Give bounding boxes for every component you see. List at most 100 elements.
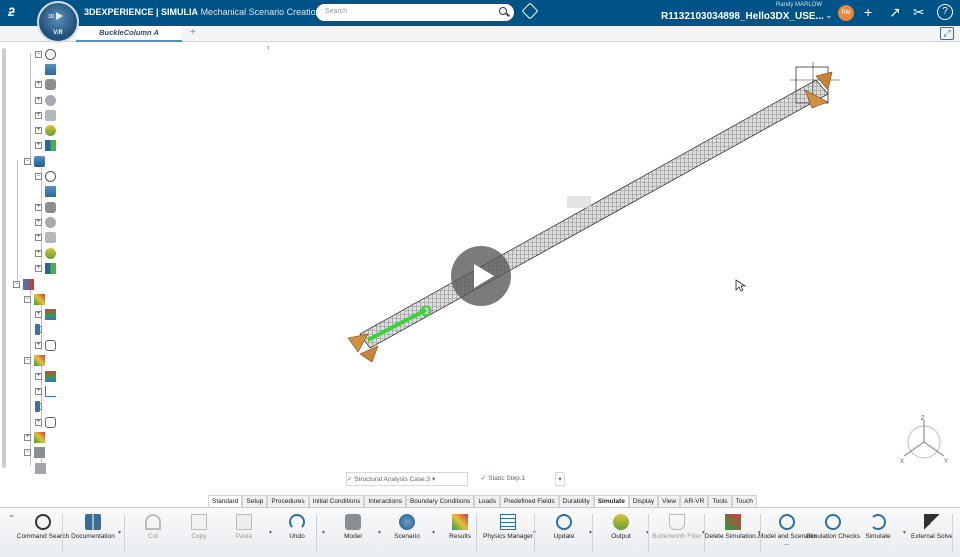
tab-durability[interactable]: Durability	[558, 495, 594, 507]
tab-loads[interactable]: Loads	[474, 495, 501, 507]
butterworth-filter-button[interactable]: Butterworth Filter▾	[652, 511, 705, 555]
search-icon[interactable]	[499, 7, 507, 15]
toolbar-separator	[760, 514, 761, 552]
collapse-toggle[interactable]: −	[24, 296, 31, 303]
delete-simulation-button[interactable]: Delete Simulation...▾	[705, 511, 761, 555]
update-button[interactable]: Update ▾	[541, 511, 592, 555]
add-icon[interactable]: +	[864, 4, 872, 20]
command-search-button[interactable]: Command Search	[17, 511, 69, 555]
tab-touch[interactable]: Touch	[731, 495, 757, 507]
tab-boundary-conditions[interactable]: Boundary Conditions	[405, 495, 475, 507]
action-label: Update	[553, 533, 575, 540]
expand-toggle[interactable]: +	[35, 127, 42, 134]
tab-predefined-fields[interactable]: Predefined Fields	[500, 495, 559, 507]
expand-toggle[interactable]: +	[35, 250, 42, 257]
tab-ar-vr[interactable]: AR-VR	[680, 495, 709, 507]
video-play-button[interactable]	[451, 246, 511, 306]
action-label: Delete Simulation...	[704, 533, 762, 540]
expand-toggle[interactable]: +	[35, 234, 42, 241]
document-title[interactable]: R1132103034898_Hello3DX_USE...	[661, 11, 824, 22]
collapse-toggle[interactable]: −	[13, 281, 20, 288]
share-icon[interactable]: ↗	[889, 4, 901, 20]
expand-toggle[interactable]: +	[35, 311, 42, 318]
search-box[interactable]: Search	[316, 4, 514, 21]
boundary-conditions-icon	[45, 95, 56, 106]
paste-button[interactable]: Paste ▾	[221, 511, 272, 555]
tab-view[interactable]: View	[658, 495, 681, 507]
model-canvas[interactable]: Z X Y	[280, 42, 960, 494]
action-bar: Command Search Documentation ▾ Cut Copy Paste…	[0, 507, 960, 557]
boundary-conditions-icon	[45, 217, 56, 228]
external-solve-button[interactable]: External Solve	[909, 511, 955, 555]
collapse-toggle[interactable]: −	[24, 357, 31, 364]
simulate-icon	[870, 514, 886, 530]
expand-toggle[interactable]: +	[35, 142, 42, 149]
collapse-toggle[interactable]: −	[35, 173, 42, 180]
expand-toggle[interactable]: +	[35, 112, 42, 119]
action-label: Model	[344, 533, 362, 540]
collapse-toggle[interactable]: −	[24, 158, 31, 165]
toolbar-separator	[952, 514, 953, 552]
output-requests-icon	[45, 248, 56, 259]
active-case-selector[interactable]: ✓ Structural Analysis Case.3 ▾	[346, 472, 468, 486]
physics-manager-icon	[500, 514, 516, 530]
model-button[interactable]: Model ▾	[330, 511, 381, 555]
ghost-shape	[567, 196, 591, 208]
output-button[interactable]: Output▾	[598, 511, 649, 555]
chevron-down-icon[interactable]: ▾	[118, 529, 121, 536]
expand-toggle[interactable]: +	[35, 219, 42, 226]
chevron-down-icon[interactable]: ⌄	[825, 10, 833, 21]
tab-setup[interactable]: Setup	[242, 495, 268, 507]
expand-toggle[interactable]: +	[24, 434, 31, 441]
avatar[interactable]: RM	[838, 5, 854, 21]
expand-toggle[interactable]: +	[35, 373, 42, 380]
scenario-button[interactable]: Scenario ▾	[384, 511, 435, 555]
collapse-panel-button[interactable]: ‹	[267, 43, 277, 53]
chevron-down-icon[interactable]: ▾	[432, 476, 435, 483]
3ds-logo[interactable]: ƻ	[8, 5, 15, 19]
tab-interactions[interactable]: Interactions	[364, 495, 406, 507]
simulate-button[interactable]: Simulate ▾	[855, 511, 906, 555]
compass-widget[interactable]: 3D V.R	[37, 1, 79, 43]
tab-tools[interactable]: Tools	[708, 495, 732, 507]
expand-toggle[interactable]: +	[35, 342, 42, 349]
check-icon: ✓	[347, 476, 353, 483]
collapse-toggle[interactable]: −	[35, 51, 42, 58]
initial-conditions-icon	[45, 49, 56, 60]
svg-text:X: X	[900, 459, 904, 465]
result-case-icon	[34, 432, 45, 443]
tab-standard[interactable]: Standard	[208, 495, 243, 507]
undo-button[interactable]: Undo ▾	[274, 511, 325, 555]
expand-toggle[interactable]: +	[35, 81, 42, 88]
expand-toggle[interactable]: +	[35, 97, 42, 104]
action-bar-expand-icon[interactable]: ⌄	[8, 510, 15, 519]
tree-scrollbar[interactable]	[2, 48, 6, 468]
tab-display[interactable]: Display	[628, 495, 659, 507]
xy-plots-icon	[45, 386, 56, 397]
expand-toggle[interactable]: +	[35, 419, 42, 426]
tag-icon[interactable]	[521, 2, 539, 20]
search-placeholder: Search	[325, 8, 348, 15]
collapse-toggle[interactable]: −	[24, 449, 31, 456]
documentation-button[interactable]: Documentation ▾	[70, 511, 121, 555]
add-tab-button[interactable]: +	[190, 27, 196, 38]
active-step-selector[interactable]: ✓ Static Step.1	[481, 472, 553, 486]
command-search-icon	[35, 514, 51, 530]
tools-icon[interactable]: ✂	[913, 4, 925, 20]
tab-initial-conditions[interactable]: Initial Conditions	[308, 495, 365, 507]
expand-toggle[interactable]: +	[35, 265, 42, 272]
step-dropdown-button[interactable]: ▾	[555, 472, 565, 486]
fit-all-icon[interactable]: ⤢	[940, 27, 954, 40]
tab-procedures[interactable]: Procedures	[267, 495, 309, 507]
action-label: Output	[611, 533, 631, 540]
help-icon[interactable]: ?	[937, 4, 953, 20]
axis-triad[interactable]: Z X Y	[900, 416, 948, 465]
expand-toggle[interactable]: +	[35, 204, 42, 211]
tab-simulate[interactable]: Simulate	[593, 495, 629, 507]
display-groups-icon	[45, 340, 56, 351]
tab-bucklecolumn[interactable]: BuckleColumn A	[76, 26, 182, 42]
expand-toggle[interactable]: +	[35, 388, 42, 395]
result-icon	[23, 279, 34, 290]
physics-manager-button[interactable]: Physics Manager▾	[483, 511, 536, 555]
paste-icon	[236, 514, 252, 530]
